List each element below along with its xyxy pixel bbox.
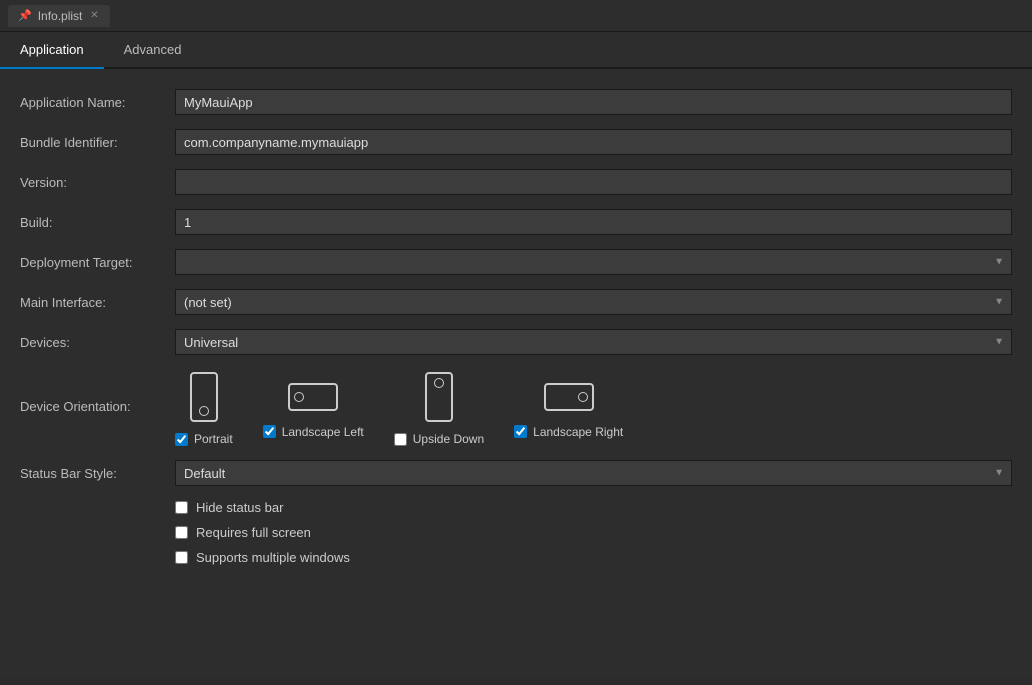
- portrait-icon: [184, 369, 224, 424]
- build-row: Build:: [20, 209, 1012, 235]
- file-tab-label: Info.plist: [38, 9, 83, 23]
- requires-full-screen-checkbox[interactable]: [175, 526, 188, 539]
- devices-row: Devices: Universal ▼: [20, 329, 1012, 355]
- version-input[interactable]: [175, 169, 1012, 195]
- landscape-left-checkbox[interactable]: [263, 425, 276, 438]
- portrait-check-group: Portrait: [175, 432, 233, 446]
- device-orientation-row: Device Orientation: Portrait La: [20, 369, 1012, 446]
- application-name-label: Application Name:: [20, 95, 175, 110]
- version-label: Version:: [20, 175, 175, 190]
- deployment-target-label: Deployment Target:: [20, 255, 175, 270]
- deployment-target-select[interactable]: [175, 249, 1012, 275]
- hide-status-bar-row: Hide status bar: [175, 500, 1012, 515]
- phone-portrait-shape: [190, 372, 218, 422]
- deployment-target-row: Deployment Target: ▼: [20, 249, 1012, 275]
- deployment-target-wrapper: ▼: [175, 249, 1012, 275]
- bundle-identifier-input[interactable]: [175, 129, 1012, 155]
- landscape-left-check-group: Landscape Left: [263, 425, 364, 439]
- tab-application[interactable]: Application: [0, 32, 104, 69]
- landscape-right-label: Landscape Right: [533, 425, 623, 439]
- upside-down-label: Upside Down: [413, 432, 484, 446]
- tab-advanced[interactable]: Advanced: [104, 32, 202, 69]
- hide-status-bar-checkbox[interactable]: [175, 501, 188, 514]
- orientations-group: Portrait Landscape Left: [175, 369, 623, 446]
- close-tab-button[interactable]: ✕: [88, 10, 100, 22]
- application-name-input[interactable]: [175, 89, 1012, 115]
- main-interface-wrapper: (not set) ▼: [175, 289, 1012, 315]
- landscape-right-icon: [541, 377, 596, 417]
- application-name-row: Application Name:: [20, 89, 1012, 115]
- landscape-left-icon: [286, 377, 341, 417]
- orientation-upside-down: Upside Down: [394, 369, 484, 446]
- tabs-bar: Application Advanced: [0, 32, 1032, 69]
- devices-wrapper: Universal ▼: [175, 329, 1012, 355]
- pin-icon: 📌: [18, 9, 32, 22]
- portrait-label: Portrait: [194, 432, 233, 446]
- supports-multiple-windows-checkbox[interactable]: [175, 551, 188, 564]
- orientation-portrait: Portrait: [175, 369, 233, 446]
- orientation-landscape-left: Landscape Left: [263, 377, 364, 439]
- landscape-right-check-group: Landscape Right: [514, 425, 623, 439]
- landscape-right-checkbox[interactable]: [514, 425, 527, 438]
- bundle-identifier-row: Bundle Identifier:: [20, 129, 1012, 155]
- requires-full-screen-row: Requires full screen: [175, 525, 1012, 540]
- upside-down-icon: [419, 369, 459, 424]
- file-tab[interactable]: 📌 Info.plist ✕: [8, 5, 110, 27]
- supports-multiple-windows-row: Supports multiple windows: [175, 550, 1012, 565]
- version-row: Version:: [20, 169, 1012, 195]
- phone-landscape-left-shape: [288, 383, 338, 411]
- status-bar-style-select[interactable]: Default: [175, 460, 1012, 486]
- devices-select[interactable]: Universal: [175, 329, 1012, 355]
- build-label: Build:: [20, 215, 175, 230]
- hide-status-bar-label: Hide status bar: [196, 500, 283, 515]
- status-bar-style-wrapper: Default ▼: [175, 460, 1012, 486]
- phone-upside-shape: [425, 372, 453, 422]
- status-bar-style-row: Status Bar Style: Default ▼: [20, 460, 1012, 486]
- phone-landscape-right-shape: [544, 383, 594, 411]
- main-interface-row: Main Interface: (not set) ▼: [20, 289, 1012, 315]
- status-bar-style-label: Status Bar Style:: [20, 466, 175, 481]
- content-panel: Application Name: Bundle Identifier: Ver…: [0, 69, 1032, 678]
- orientation-landscape-right: Landscape Right: [514, 377, 623, 439]
- bundle-identifier-label: Bundle Identifier:: [20, 135, 175, 150]
- portrait-checkbox[interactable]: [175, 433, 188, 446]
- devices-label: Devices:: [20, 335, 175, 350]
- upside-down-check-group: Upside Down: [394, 432, 484, 446]
- supports-multiple-windows-label: Supports multiple windows: [196, 550, 350, 565]
- main-interface-label: Main Interface:: [20, 295, 175, 310]
- upside-down-checkbox[interactable]: [394, 433, 407, 446]
- main-interface-select[interactable]: (not set): [175, 289, 1012, 315]
- title-bar: 📌 Info.plist ✕: [0, 0, 1032, 32]
- requires-full-screen-label: Requires full screen: [196, 525, 311, 540]
- landscape-left-label: Landscape Left: [282, 425, 364, 439]
- build-input[interactable]: [175, 209, 1012, 235]
- device-orientation-label: Device Orientation:: [20, 369, 175, 414]
